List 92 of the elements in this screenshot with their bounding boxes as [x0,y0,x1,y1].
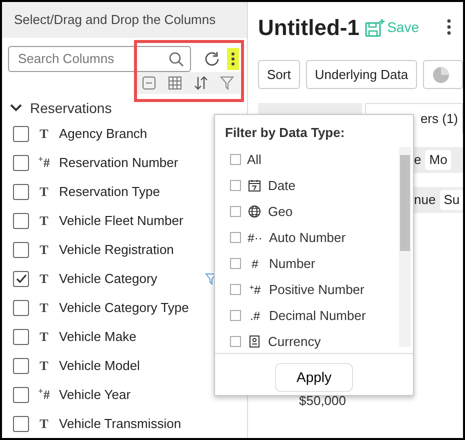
panel-header: Select/Drag and Drop the Columns [2,2,247,38]
option-label: Number [269,254,316,273]
checkbox[interactable] [13,300,29,316]
search-field[interactable]: Search Columns [8,46,191,72]
checkbox[interactable] [230,154,241,165]
checkbox[interactable] [13,416,29,432]
collapse-icon[interactable] [142,76,156,90]
column-label[interactable]: Reservation Number [59,152,178,172]
option-label: Geo [268,202,293,221]
checkbox[interactable] [13,184,29,200]
data-type-icon: T [29,210,59,230]
scrollbar[interactable] [399,146,411,346]
group-header[interactable]: Reservations [2,97,247,119]
filter-icon[interactable] [220,76,234,90]
checkbox[interactable] [230,232,241,243]
toolbar-button[interactable]: Sort [258,60,300,89]
popup-title: Filter by Data Type: [225,124,345,142]
column-label[interactable]: Vehicle Year [59,384,131,404]
filter-option[interactable]: Date [215,172,413,198]
filter-option[interactable]: #·· Auto Number [215,224,413,250]
filter-option[interactable]: # Number [215,250,413,276]
column-label[interactable]: Vehicle Model [59,356,140,376]
checkbox[interactable] [230,206,241,217]
option-label: Auto Number [269,228,346,247]
option-label: Positive Number [269,280,364,299]
checkbox[interactable] [13,154,29,170]
filter-option[interactable]: $^{+}$# Positive Number [215,276,413,302]
column-label[interactable]: Agency Branch [59,124,148,144]
refresh-icon[interactable] [203,50,221,68]
pie-chart-icon [432,66,450,84]
option-label: Date [268,176,296,195]
column-label[interactable]: Vehicle Make [59,326,136,346]
filter-option[interactable]: All [215,146,413,172]
more-options-icon [231,52,235,66]
data-type-icon: T [29,240,59,260]
option-label: Decimal Number [269,306,366,325]
data-type-icon: .# [247,306,263,324]
more-options-icon[interactable] [447,19,451,35]
data-type-icon: $^{+}$# [29,152,59,172]
apply-button[interactable]: Apply [275,362,353,392]
axis-label: $50,000 [298,392,346,410]
data-type-icon: T [29,268,59,288]
checkbox[interactable] [13,242,29,258]
shelf-label: nue [414,191,436,210]
data-type-icon: T [29,326,59,346]
column-label[interactable]: Vehicle Transmission [59,414,182,434]
field-pill[interactable]: Su [440,190,463,210]
data-type-icon: $^{+}$# [247,280,263,298]
filter-option[interactable]: Geo [215,198,413,224]
currency-icon [248,335,261,348]
data-type-icon: T [29,414,59,434]
data-type-icon: # [247,254,263,272]
column-label[interactable]: Vehicle Registration [59,240,174,260]
checkbox[interactable] [13,358,29,374]
field-pill[interactable]: Mo [425,150,452,170]
calendar-icon [248,179,261,192]
checkbox[interactable] [13,328,29,344]
checkbox[interactable] [230,180,241,191]
checkbox[interactable] [230,310,241,321]
save-icon [365,18,386,38]
report-title: Untitled-1 [258,14,360,42]
checkbox[interactable] [230,258,241,269]
globe-icon [248,205,261,218]
data-type-icon: $^{+}$# [29,384,59,404]
checkbox[interactable] [13,386,29,402]
data-type-icon: T [29,182,59,202]
filter-option[interactable]: Currency [215,328,413,352]
column-label[interactable]: Vehicle Fleet Number [59,210,184,230]
search-icon[interactable] [168,51,184,67]
grid-icon[interactable] [168,76,182,90]
group-label: Reservations [30,98,112,118]
data-type-icon: T [29,124,59,144]
scroll-thumb[interactable] [400,154,410,250]
checkbox[interactable] [230,284,241,295]
filter-option[interactable]: .# Decimal Number [215,302,413,328]
column-label[interactable]: Vehicle Category Type [59,298,189,318]
checkbox[interactable] [13,212,29,228]
checkbox[interactable] [13,270,29,286]
option-label: Currency [268,332,321,351]
more-options-button[interactable] [227,48,239,70]
toolbar-button[interactable]: Underlying Data [306,60,418,89]
checkbox[interactable] [13,126,29,142]
data-type-icon: #·· [247,228,263,246]
data-type-icon: T [29,298,59,318]
check-icon [14,273,28,284]
shelf-label: e [414,151,422,170]
checkbox[interactable] [230,336,241,347]
data-type-icon: T [29,356,59,376]
column-label[interactable]: Vehicle Category [59,268,158,288]
column-label[interactable]: Reservation Type [59,182,160,202]
sort-icon[interactable] [194,76,208,90]
option-label: All [247,150,262,169]
